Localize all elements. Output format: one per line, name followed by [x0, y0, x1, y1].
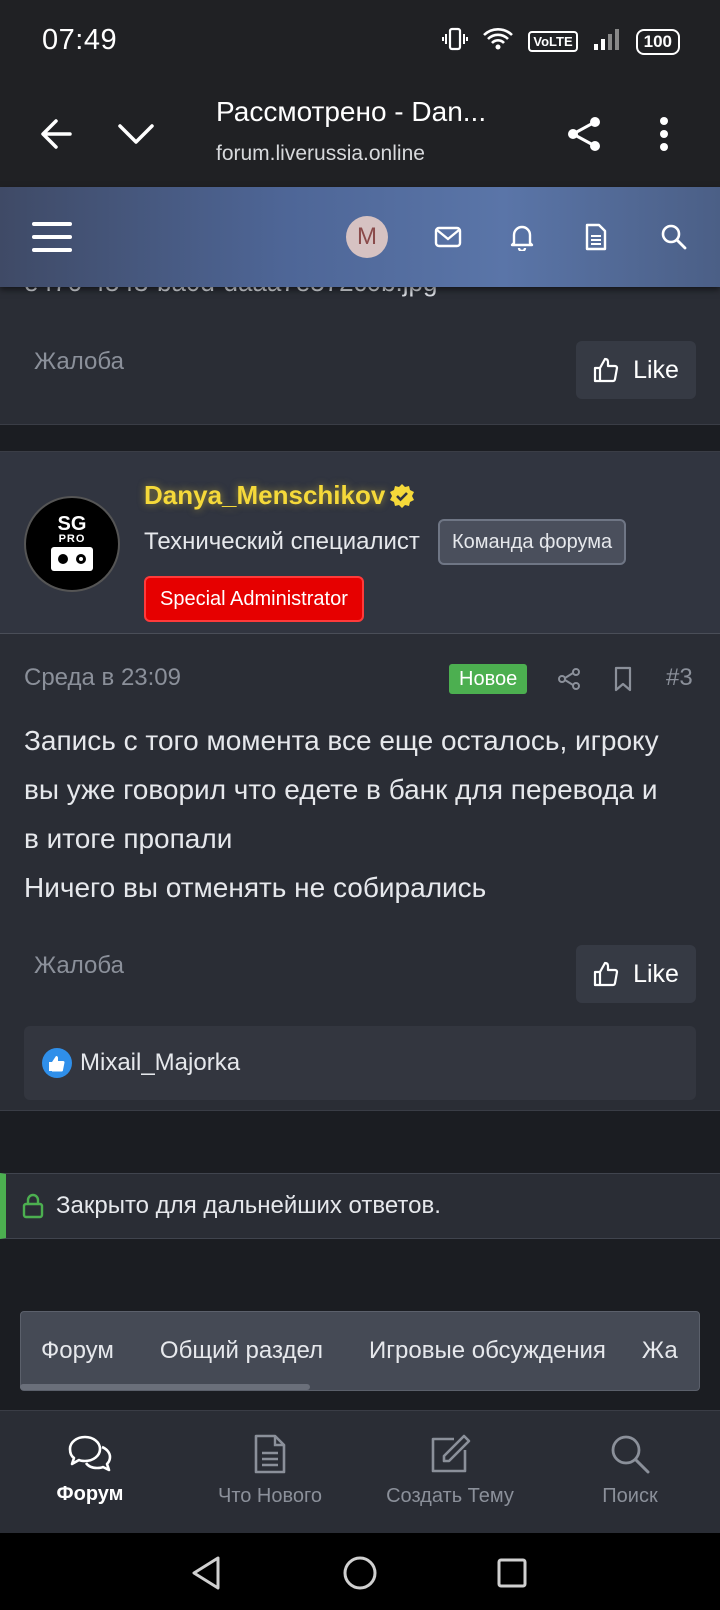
message-line: вы уже говорил что едете в банк для пере…	[24, 774, 658, 805]
cassette-logo-icon	[51, 547, 93, 571]
post-number[interactable]: #3	[666, 664, 693, 692]
breadcrumb-scrollbar[interactable]	[20, 1384, 310, 1390]
liked-by-user[interactable]: Mixail_Majorka	[80, 1049, 240, 1077]
browser-toolbar: Рассмотрено - Dan... forum.liverussia.on…	[0, 80, 720, 187]
reactions-bar: Mixail_Majorka	[24, 1026, 696, 1100]
thumbs-up-icon	[593, 961, 619, 987]
system-back-button[interactable]	[186, 1553, 226, 1593]
team-badge: Команда форума	[438, 519, 627, 565]
bottom-navigation: Форум Что Нового Создать Тему Поиск	[0, 1410, 720, 1533]
document-icon	[585, 223, 607, 251]
avatar-text-bottom: PRO	[58, 533, 86, 545]
breadcrumb-general[interactable]: Общий раздел	[140, 1312, 349, 1390]
author-title: Технический специалист	[144, 528, 420, 555]
status-bar: 07:49 VoLTE 100	[0, 0, 720, 80]
collapse-button[interactable]	[108, 106, 164, 162]
back-button[interactable]	[28, 106, 84, 162]
thread-content: e476-4543-ba0d-daaa7e572c0b.jpg Жалоба L…	[0, 287, 720, 1410]
chevron-down-icon	[118, 124, 154, 144]
locked-text: Закрыто для дальнейших ответов.	[56, 1192, 441, 1219]
like-label: Like	[633, 355, 679, 384]
status-icons: VoLTE 100	[442, 26, 680, 57]
circle-home-icon	[343, 1556, 377, 1590]
bookmark-button[interactable]	[608, 664, 638, 694]
breadcrumb: Форум Общий раздел Игровые обсуждения Жа	[20, 1311, 700, 1391]
breadcrumb-forum[interactable]: Форум	[21, 1312, 140, 1390]
thumbs-up-icon	[593, 357, 619, 383]
avatar-text-top: SG	[57, 513, 87, 535]
share-icon	[558, 668, 580, 690]
message-line: в итоге пропали	[24, 823, 233, 854]
system-recents-button[interactable]	[492, 1553, 532, 1593]
more-menu-button[interactable]	[636, 106, 692, 162]
page-url[interactable]: forum.liverussia.online	[216, 142, 425, 166]
share-post-button[interactable]	[554, 664, 584, 694]
bookmark-icon	[614, 666, 632, 692]
author-name-text: Danya_Menschikov	[144, 480, 386, 510]
post-3: SG PRO Danya_Menschikov Технический спец…	[0, 451, 720, 1111]
new-badge: Новое	[449, 664, 528, 694]
thread-locked-notice: Закрыто для дальнейших ответов.	[0, 1173, 720, 1239]
envelope-icon	[434, 226, 462, 248]
message-line: Запись с того момента все еще осталось, …	[24, 725, 659, 756]
vibrate-icon	[442, 26, 469, 57]
like-button[interactable]: Like	[576, 341, 696, 399]
nav-forum-label: Форум	[56, 1483, 124, 1505]
kebab-menu-icon	[660, 117, 668, 151]
system-navigation-bar	[0, 1533, 720, 1610]
search-icon	[661, 224, 687, 250]
system-home-button[interactable]	[340, 1553, 380, 1593]
alerts-button[interactable]	[502, 217, 542, 257]
post-date[interactable]: Среда в 23:09	[24, 664, 181, 692]
lock-icon	[22, 1193, 44, 1219]
arrow-left-icon	[41, 119, 72, 149]
author-block: SG PRO Danya_Menschikov Технический спец…	[0, 452, 720, 634]
page-title[interactable]: Рассмотрено - Dan...	[216, 96, 486, 128]
nav-whats-new[interactable]: Что Нового	[180, 1411, 360, 1534]
like-label: Like	[633, 959, 679, 988]
role-badge: Special Administrator	[144, 576, 364, 622]
square-recents-icon	[497, 1558, 527, 1588]
document-icon	[254, 1434, 286, 1474]
like-button[interactable]: Like	[576, 945, 696, 1003]
battery-indicator: 100	[635, 28, 680, 55]
report-link[interactable]: Жалоба	[34, 952, 124, 980]
nav-whats-new-label: Что Нового	[217, 1485, 322, 1507]
clock: 07:49	[42, 24, 118, 56]
edit-icon	[431, 1434, 471, 1473]
like-reaction-icon	[42, 1048, 72, 1078]
share-icon	[568, 117, 600, 151]
report-link[interactable]: Жалоба	[34, 348, 124, 376]
signal-icon	[592, 27, 622, 56]
hamburger-icon	[32, 222, 72, 252]
chat-bubbles-icon	[68, 1435, 112, 1472]
hamburger-menu-button[interactable]	[32, 217, 72, 257]
previous-post: e476-4543-ba0d-daaa7e572c0b.jpg Жалоба L…	[0, 287, 720, 425]
author-name[interactable]: Danya_Menschikov	[144, 480, 415, 511]
breadcrumb-game-discussions[interactable]: Игровые обсуждения	[349, 1312, 632, 1390]
volte-indicator: VoLTE	[528, 31, 578, 52]
nav-search-label: Поиск	[602, 1485, 658, 1507]
message-line: Ничего вы отменять не собирались	[24, 872, 487, 903]
inbox-button[interactable]	[428, 217, 468, 257]
whats-new-button[interactable]	[576, 217, 616, 257]
share-button[interactable]	[556, 106, 612, 162]
account-avatar[interactable]: M	[346, 216, 388, 258]
verified-badge-icon	[390, 483, 415, 508]
author-avatar[interactable]: SG PRO	[24, 496, 120, 592]
triangle-back-icon	[192, 1556, 220, 1590]
search-icon	[611, 1435, 650, 1474]
bell-icon	[510, 225, 534, 251]
wifi-icon	[482, 26, 514, 57]
post-message: Запись с того момента все еще осталось, …	[24, 716, 704, 912]
nav-create-thread-label: Создать Тему	[386, 1485, 514, 1507]
search-button[interactable]	[654, 217, 694, 257]
breadcrumb-complaints[interactable]: Жа	[632, 1312, 699, 1390]
attachment-name[interactable]: e476-4543-ba0d-daaa7e572c0b.jpg	[24, 287, 437, 298]
nav-forum[interactable]: Форум	[0, 1411, 180, 1534]
nav-search[interactable]: Поиск	[540, 1411, 720, 1534]
nav-create-thread[interactable]: Создать Тему	[360, 1411, 540, 1534]
